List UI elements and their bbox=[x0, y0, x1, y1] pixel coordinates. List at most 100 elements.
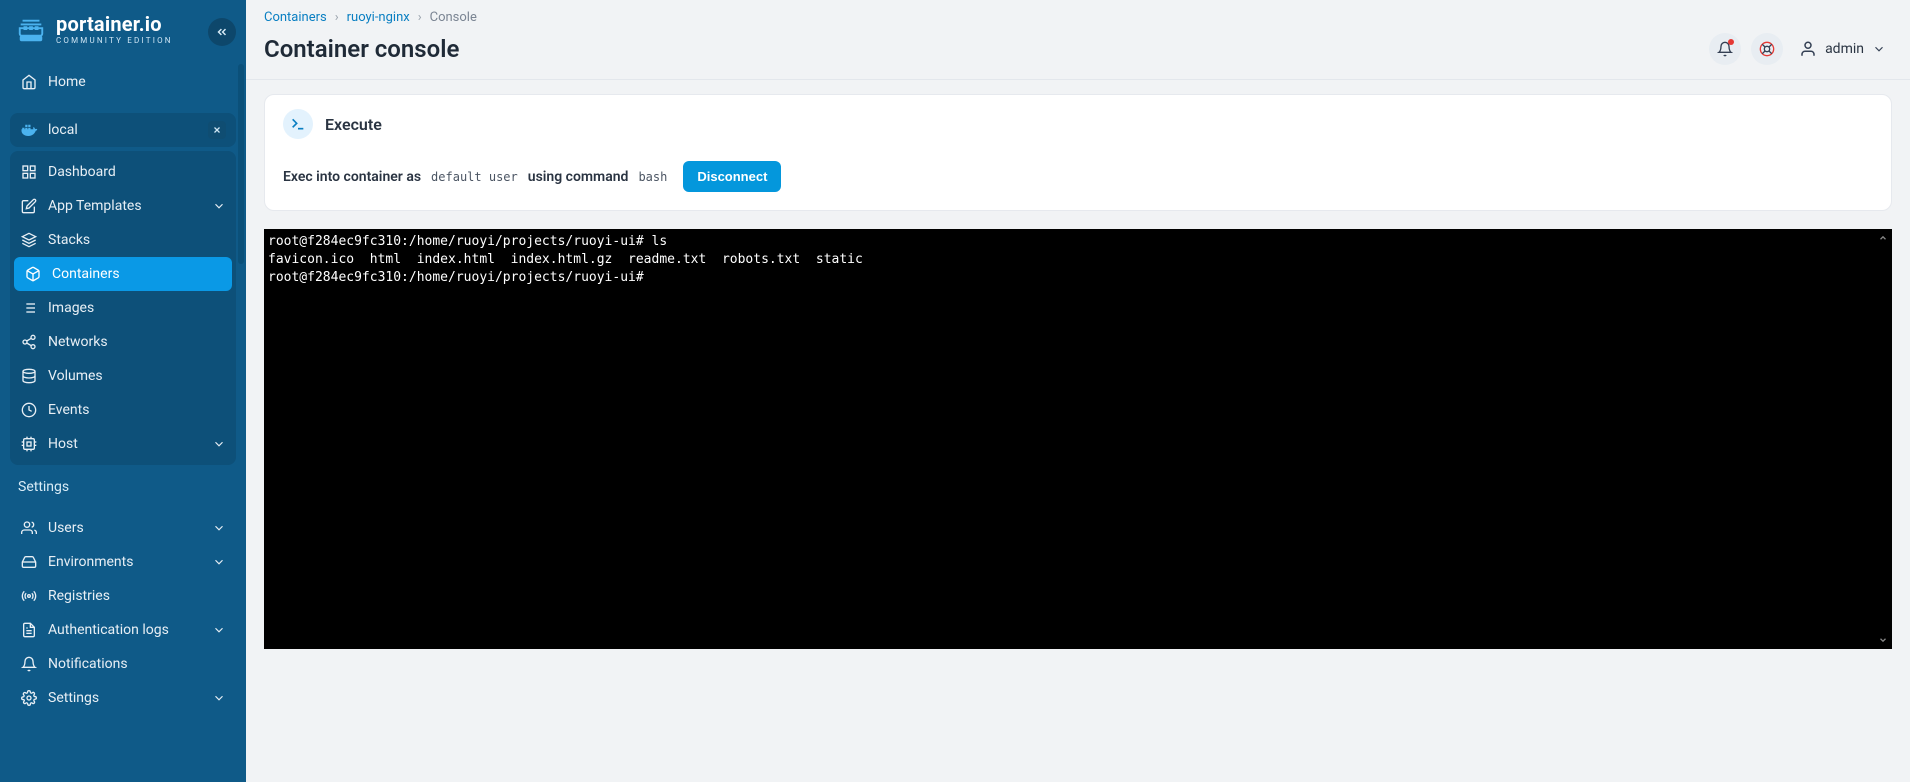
sidebar-item-label: Volumes bbox=[48, 368, 103, 384]
sidebar-item-label: Images bbox=[48, 300, 94, 316]
content: Execute Exec into container as default u… bbox=[246, 94, 1910, 667]
life-buoy-icon bbox=[1759, 41, 1775, 57]
file-icon bbox=[20, 621, 38, 639]
terminal-output[interactable]: root@f284ec9fc310:/home/ruoyi/projects/r… bbox=[264, 229, 1892, 649]
sidebar: portainer.io COMMUNITY EDITION Home bbox=[0, 0, 246, 782]
settings-heading: Settings bbox=[0, 465, 246, 501]
chevron-down-icon bbox=[212, 555, 226, 569]
box-icon bbox=[24, 265, 42, 283]
sidebar-item-app-templates[interactable]: App Templates bbox=[10, 189, 236, 223]
clock-icon bbox=[20, 401, 38, 419]
sidebar-item-label: App Templates bbox=[48, 198, 142, 214]
environment-name: local bbox=[48, 122, 78, 138]
sidebar-item-label: Containers bbox=[52, 266, 120, 282]
user-name: admin bbox=[1825, 41, 1864, 57]
breadcrumb-container-name[interactable]: ruoyi-nginx bbox=[347, 10, 410, 25]
chevron-right-icon: › bbox=[418, 10, 422, 25]
sidebar-item-dashboard[interactable]: Dashboard bbox=[10, 155, 236, 189]
sidebar-item-auth-logs[interactable]: Authentication logs bbox=[10, 613, 236, 647]
chevron-down-icon bbox=[212, 437, 226, 451]
sidebar-item-settings[interactable]: Settings bbox=[10, 681, 236, 715]
main: Containers › ruoyi-nginx › Console Conta… bbox=[246, 0, 1910, 782]
hdd-icon bbox=[20, 553, 38, 571]
disconnect-button[interactable]: Disconnect bbox=[683, 161, 781, 192]
environment-badge[interactable]: local bbox=[10, 113, 236, 147]
bell-icon bbox=[20, 655, 38, 673]
terminal-icon bbox=[283, 109, 313, 139]
sidebar-item-events[interactable]: Events bbox=[10, 393, 236, 427]
close-icon bbox=[212, 125, 222, 135]
portainer-logo-icon bbox=[16, 15, 46, 45]
execute-card: Execute Exec into container as default u… bbox=[264, 94, 1892, 211]
chevron-down-icon bbox=[212, 521, 226, 535]
sidebar-item-images[interactable]: Images bbox=[10, 291, 236, 325]
docker-icon bbox=[20, 121, 38, 139]
sidebar-item-stacks[interactable]: Stacks bbox=[10, 223, 236, 257]
breadcrumb: Containers › ruoyi-nginx › Console bbox=[264, 10, 1892, 25]
help-button[interactable] bbox=[1751, 33, 1783, 65]
card-header: Execute bbox=[283, 109, 1873, 139]
sidebar-item-label: Stacks bbox=[48, 232, 90, 248]
breadcrumb-containers[interactable]: Containers bbox=[264, 10, 327, 25]
terminal-panel: root@f284ec9fc310:/home/ruoyi/projects/r… bbox=[264, 229, 1892, 649]
gear-icon bbox=[20, 689, 38, 707]
sidebar-item-label: Authentication logs bbox=[48, 622, 169, 638]
sidebar-header: portainer.io COMMUNITY EDITION bbox=[0, 0, 246, 55]
sidebar-item-containers[interactable]: Containers bbox=[14, 257, 232, 291]
notification-indicator bbox=[1728, 39, 1734, 45]
sidebar-item-host[interactable]: Host bbox=[10, 427, 236, 461]
terminal-scroll-up[interactable] bbox=[1876, 231, 1890, 245]
environment-close-button[interactable] bbox=[208, 121, 226, 139]
page-title: Container console bbox=[264, 35, 459, 63]
sidebar-item-label: Dashboard bbox=[48, 164, 116, 180]
exec-prefix: Exec into container as bbox=[283, 169, 421, 185]
brand-logo[interactable]: portainer.io COMMUNITY EDITION bbox=[16, 14, 173, 45]
user-menu[interactable]: admin bbox=[1793, 36, 1892, 62]
list-icon bbox=[20, 299, 38, 317]
share-icon bbox=[20, 333, 38, 351]
cpu-icon bbox=[20, 435, 38, 453]
sidebar-item-volumes[interactable]: Volumes bbox=[10, 359, 236, 393]
brand-edition: COMMUNITY EDITION bbox=[56, 36, 173, 45]
radio-icon bbox=[20, 587, 38, 605]
environment-menu: Dashboard App Templates Stacks Container… bbox=[10, 151, 236, 465]
sidebar-scrollbar[interactable] bbox=[238, 64, 244, 264]
sidebar-item-home[interactable]: Home bbox=[10, 65, 236, 99]
breadcrumb-current: Console bbox=[430, 10, 477, 25]
exec-cmd-value: bash bbox=[638, 170, 667, 184]
edit-icon bbox=[20, 197, 38, 215]
sidebar-item-label: Networks bbox=[48, 334, 108, 350]
sidebar-item-label: Registries bbox=[48, 588, 110, 604]
sidebar-item-notifications[interactable]: Notifications bbox=[10, 647, 236, 681]
chevron-down-icon bbox=[212, 691, 226, 705]
sidebar-collapse-button[interactable] bbox=[208, 18, 236, 46]
layers-icon bbox=[20, 231, 38, 249]
header-divider bbox=[246, 79, 1910, 80]
exec-user-value: default user bbox=[431, 170, 518, 184]
users-icon bbox=[20, 519, 38, 537]
chevron-down-icon bbox=[212, 199, 226, 213]
chevron-down-icon bbox=[212, 623, 226, 637]
sidebar-item-users[interactable]: Users bbox=[10, 511, 236, 545]
topbar: Containers › ruoyi-nginx › Console bbox=[246, 0, 1910, 29]
notifications-button[interactable] bbox=[1709, 33, 1741, 65]
sidebar-item-label: Environments bbox=[48, 554, 133, 570]
sidebar-item-label: Host bbox=[48, 436, 78, 452]
database-icon bbox=[20, 367, 38, 385]
top-actions: admin bbox=[1709, 33, 1892, 65]
card-title: Execute bbox=[325, 115, 382, 134]
exec-mid: using command bbox=[528, 169, 629, 185]
brand-name: portainer.io bbox=[56, 14, 173, 34]
sidebar-item-networks[interactable]: Networks bbox=[10, 325, 236, 359]
terminal-scroll-down[interactable] bbox=[1876, 633, 1890, 647]
home-icon bbox=[20, 73, 38, 91]
sidebar-item-environments[interactable]: Environments bbox=[10, 545, 236, 579]
sidebar-item-label: Events bbox=[48, 402, 89, 418]
chevrons-left-icon bbox=[215, 25, 229, 39]
sidebar-item-label: Settings bbox=[48, 690, 99, 706]
sidebar-item-label: Home bbox=[48, 74, 86, 90]
sidebar-item-registries[interactable]: Registries bbox=[10, 579, 236, 613]
chevron-right-icon: › bbox=[335, 10, 339, 25]
sidebar-item-label: Notifications bbox=[48, 656, 128, 672]
sidebar-item-label: Users bbox=[48, 520, 84, 536]
